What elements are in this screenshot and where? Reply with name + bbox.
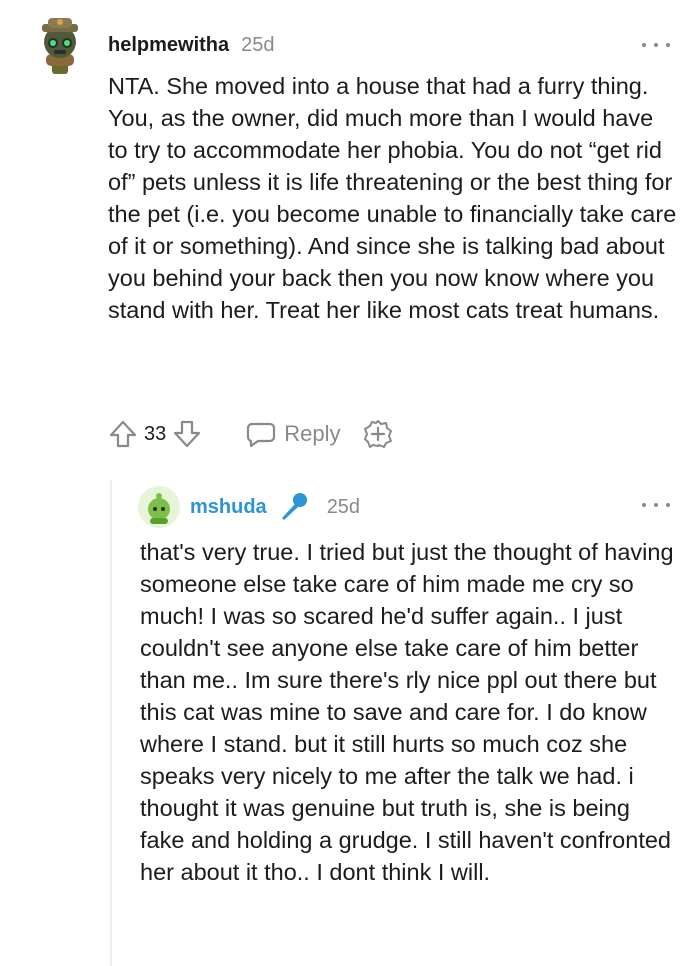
comment-header: helpmewitha 25d bbox=[108, 34, 275, 60]
reply-username[interactable]: mshuda bbox=[190, 496, 267, 519]
reply-body: that's very true. I tried but just the t… bbox=[140, 539, 674, 885]
reply-timestamp: 25d bbox=[326, 495, 361, 518]
comment-timestamp: 25d bbox=[241, 34, 275, 56]
comment-actions: 33 Reply bbox=[108, 416, 393, 452]
comment-username[interactable]: helpmewitha bbox=[108, 34, 229, 57]
user-avatar[interactable] bbox=[38, 16, 82, 76]
reply-header: mshuda 25d bbox=[190, 492, 360, 522]
downvote-arrow-icon bbox=[174, 420, 201, 448]
thread-line[interactable] bbox=[110, 480, 112, 966]
reply-user-avatar[interactable] bbox=[138, 486, 180, 528]
more-options-icon[interactable] bbox=[642, 38, 670, 52]
speech-bubble-icon bbox=[247, 422, 276, 448]
vote-count: 33 bbox=[144, 422, 167, 445]
award-plus-icon bbox=[363, 420, 392, 448]
award-button[interactable] bbox=[363, 419, 393, 449]
upvote-button[interactable] bbox=[108, 419, 138, 449]
microphone-icon bbox=[281, 493, 307, 520]
downvote-button[interactable] bbox=[172, 419, 202, 449]
upvote-arrow-icon bbox=[109, 420, 137, 448]
reply-label: Reply bbox=[284, 421, 341, 446]
reply-more-options-icon[interactable] bbox=[642, 498, 670, 512]
reply-button[interactable]: Reply bbox=[246, 419, 341, 449]
comment-body: NTA. She moved into a house that had a f… bbox=[108, 73, 677, 323]
